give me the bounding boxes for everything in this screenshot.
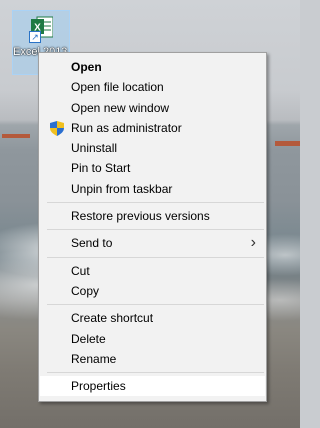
menu-item-create-shortcut[interactable]: Create shortcut [39, 308, 266, 328]
menu-separator [47, 256, 264, 258]
menu-item-cut[interactable]: Cut [39, 261, 266, 281]
menu-item-label: Send to [71, 236, 113, 251]
menu-item-label: Cut [71, 263, 90, 278]
menu-item-label: Pin to Start [71, 161, 131, 176]
menu-item-restore-previous-versions[interactable]: Restore previous versions [39, 206, 266, 226]
menu-item-label: Run as administrator [71, 120, 182, 135]
menu-separator [47, 304, 264, 306]
menu-item-label: Create shortcut [71, 311, 154, 326]
menu-item-label: Delete [71, 331, 106, 346]
menu-separator [47, 229, 264, 231]
menu-separator [47, 202, 264, 204]
menu-item-label: Copy [71, 283, 100, 298]
menu-item-unpin-from-taskbar[interactable]: Unpin from taskbar [39, 179, 266, 199]
menu-item-properties[interactable]: Properties [40, 376, 265, 397]
menu-item-copy[interactable]: Copy [39, 281, 266, 301]
menu-item-run-as-administrator[interactable]: Run as administrator [39, 118, 266, 138]
uac-shield-icon [50, 120, 64, 136]
menu-separator [47, 372, 264, 374]
chevron-right-icon: › [250, 234, 256, 252]
menu-item-label: Rename [71, 351, 117, 366]
menu-item-open[interactable]: Open [39, 57, 266, 77]
menu-item-label: Unpin from taskbar [71, 181, 173, 196]
menu-item-label: Uninstall [71, 141, 118, 156]
menu-item-open-file-location[interactable]: Open file location [39, 77, 266, 97]
menu-item-label: Properties [71, 379, 126, 394]
wallpaper-post [2, 134, 30, 138]
menu-item-open-new-window[interactable]: Open new window [39, 98, 266, 118]
menu-item-send-to[interactable]: Send to › [39, 233, 266, 253]
menu-item-label: Restore previous versions [71, 209, 210, 224]
menu-item-label: Open new window [71, 100, 170, 115]
shortcut-arrow-icon: ↗ [29, 31, 41, 43]
menu-item-uninstall[interactable]: Uninstall [39, 138, 266, 158]
menu-item-label: Open [71, 60, 102, 74]
menu-item-label: Open file location [71, 80, 164, 95]
menu-item-pin-to-start[interactable]: Pin to Start [39, 158, 266, 178]
menu-item-rename[interactable]: Rename [39, 349, 266, 369]
menu-item-delete[interactable]: Delete [39, 329, 266, 349]
wallpaper-post [275, 141, 300, 146]
context-menu: Open Open file location Open new window Run… [38, 52, 267, 402]
